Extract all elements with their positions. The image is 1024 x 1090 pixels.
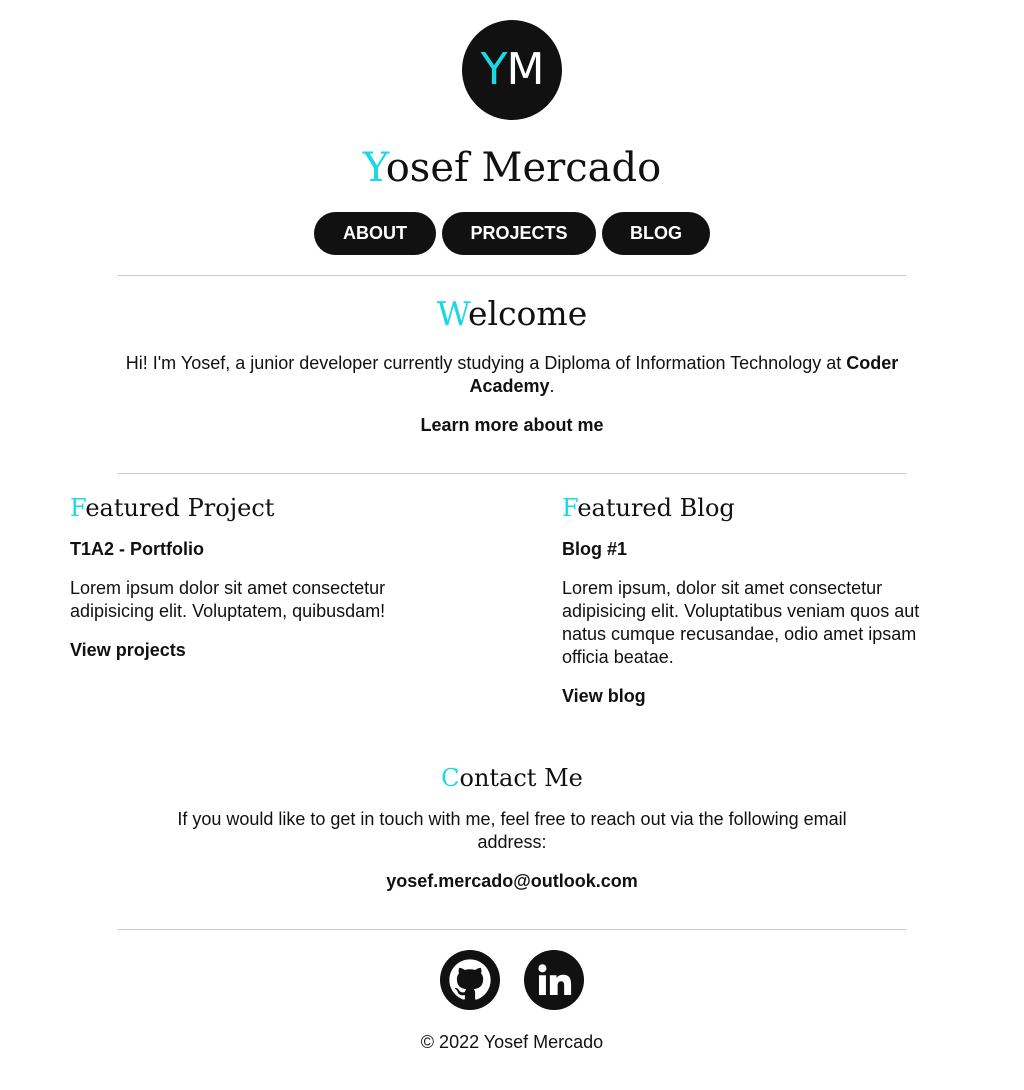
- featured-project-text: Lorem ipsum dolor sit amet consectetur a…: [70, 578, 386, 621]
- nav-about-button[interactable]: ABOUT: [314, 212, 436, 255]
- featured-blog-heading-initial: F: [562, 494, 578, 522]
- welcome-text-intro: Hi! I'm Yosef, a junior developer curren…: [125, 353, 842, 373]
- learn-more-link: Learn more about me: [0, 414, 1024, 437]
- welcome-heading: Welcome: [0, 291, 1024, 337]
- contact-email-link[interactable]: yosef.mercado@outlook.com: [386, 871, 638, 891]
- site-title-rest: osef Mercado: [385, 145, 662, 191]
- logo-letter-m: M: [506, 44, 544, 95]
- divider: [118, 473, 906, 474]
- logo-letter-y: Y: [480, 44, 508, 95]
- learn-more-link-text[interactable]: Learn more about me: [420, 415, 603, 435]
- divider: [118, 275, 906, 276]
- featured-project-title: T1A2 - Portfolio: [70, 539, 204, 559]
- welcome-heading-rest: elcome: [467, 294, 588, 333]
- view-projects-link[interactable]: View projects: [70, 639, 470, 662]
- featured-blog-text: Lorem ipsum, dolor sit amet consectetur …: [562, 578, 920, 667]
- welcome-text: Hi! I'm Yosef, a junior developer curren…: [120, 352, 904, 398]
- site-title-initial: Y: [362, 145, 386, 191]
- contact-email: yosef.mercado@outlook.com: [0, 870, 1024, 893]
- github-link[interactable]: [440, 950, 500, 1010]
- featured-project-section: Featured Project T1A2 - Portfolio Lorem …: [70, 490, 470, 662]
- contact-heading-rest: ontact Me: [459, 764, 583, 792]
- featured-blog-section: Featured Blog Blog #1 Lorem ipsum, dolor…: [562, 490, 962, 708]
- view-blog-link[interactable]: View blog: [562, 685, 962, 708]
- linkedin-link[interactable]: [524, 950, 584, 1010]
- copyright: © 2022 Yosef Mercado: [420, 1032, 604, 1052]
- welcome-text-end: .: [549, 376, 555, 396]
- social-links: [440, 950, 584, 1010]
- main-nav: ABOUT PROJECTS BLOG: [0, 212, 1024, 255]
- contact-text: If you would like to get in touch with m…: [177, 809, 847, 852]
- contact-heading: Contact Me: [0, 760, 1024, 796]
- featured-project-heading-rest: eatured Project: [85, 494, 275, 522]
- site-title: Yosef Mercado: [0, 140, 1024, 196]
- featured-blog-heading: Featured Blog: [562, 490, 962, 526]
- linkedin-icon: [538, 964, 572, 996]
- featured-blog-title: Blog #1: [562, 539, 628, 559]
- nav-blog-button[interactable]: BLOG: [602, 212, 710, 255]
- divider: [118, 929, 906, 930]
- nav-projects-button[interactable]: PROJECTS: [442, 212, 596, 255]
- welcome-heading-initial: W: [436, 294, 468, 333]
- featured-project-heading-initial: F: [70, 494, 86, 522]
- featured-blog-heading-rest: eatured Blog: [577, 494, 735, 522]
- github-icon: [449, 959, 491, 1000]
- contact-heading-initial: C: [441, 764, 460, 792]
- logo: YM: [462, 20, 562, 120]
- featured-project-heading: Featured Project: [70, 490, 470, 526]
